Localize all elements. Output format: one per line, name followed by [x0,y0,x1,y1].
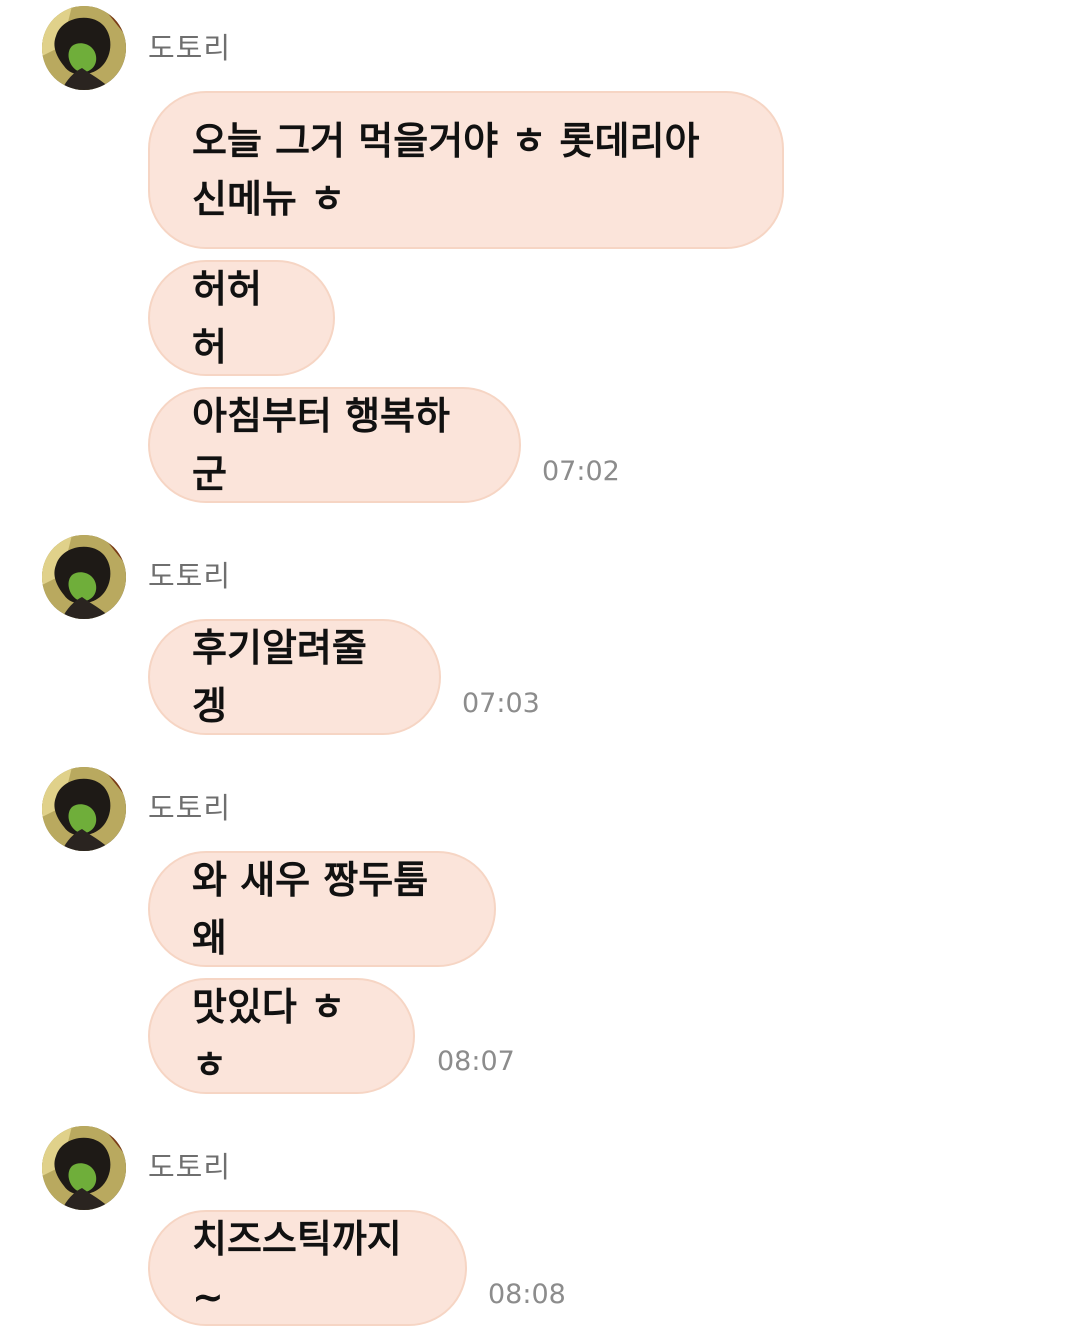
sender-name: 도토리 [148,31,232,65]
message-text: 와 새우 짱두툼왜 [192,858,429,960]
chat-message-list: 도토리 오늘 그거 먹을거야 ㅎ 롯데리아 신메뉴 ㅎ 허허허 아침부터 행복하… [0,0,1080,1336]
sender-name: 도토리 [148,791,232,825]
message-text: 맛있다 ㅎㅎ [192,985,346,1087]
message-timestamp: 07:03 [462,688,540,719]
message-timestamp: 07:02 [542,456,620,487]
message-bubble[interactable]: 오늘 그거 먹을거야 ㅎ 롯데리아 신메뉴 ㅎ [148,91,784,249]
sender-name: 도토리 [148,1150,232,1184]
message-timestamp: 08:08 [488,1279,566,1310]
message-text: 허허허 [192,267,262,369]
avatar[interactable] [42,6,126,90]
message-text: 치즈스틱까지~ [192,1217,402,1319]
message-bubble[interactable]: 후기알려줄겡 [148,619,441,735]
message-bubble[interactable]: 맛있다 ㅎㅎ [148,978,415,1094]
message-text: 후기알려줄겡 [192,626,367,728]
message-text: 오늘 그거 먹을거야 ㅎ 롯데리아 신메뉴 ㅎ [192,119,700,221]
message-text: 아침부터 행복하군 [192,394,450,496]
message-bubble[interactable]: 치즈스틱까지~ [148,1210,467,1326]
avatar[interactable] [42,535,126,619]
avatar[interactable] [42,1126,126,1210]
message-bubble[interactable]: 와 새우 짱두툼왜 [148,851,496,967]
sender-name: 도토리 [148,559,232,593]
message-bubble[interactable]: 허허허 [148,260,335,376]
message-bubble[interactable]: 아침부터 행복하군 [148,387,521,503]
avatar[interactable] [42,767,126,851]
message-timestamp: 08:07 [437,1046,515,1077]
